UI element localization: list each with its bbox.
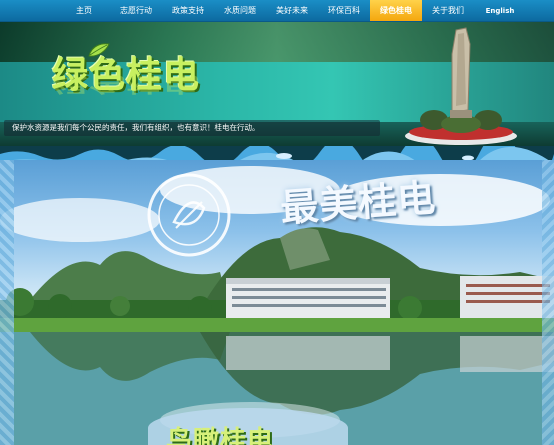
nav-item-future[interactable]: 美好未来 xyxy=(266,0,318,21)
stone-monument xyxy=(405,27,517,145)
nav-item-home[interactable]: 主页 xyxy=(58,0,110,21)
header-banner: 绿色桂电 绿色桂电 保护水资源是我们每个公民的责任，我们有组织，也有意识！桂电在… xyxy=(0,22,554,146)
slogan-text: 保护水资源是我们每个公民的责任，我们有组织，也有意识！桂电在行动。 xyxy=(12,123,260,132)
campus-photo: 最美桂电 鸟瞰桂电 xyxy=(0,160,554,445)
nav-item-policy[interactable]: 政策支持 xyxy=(162,0,214,21)
nav-item-english[interactable]: English xyxy=(474,0,526,21)
leaf-icon xyxy=(88,43,110,57)
photo-title: 最美桂电 xyxy=(278,175,438,231)
top-nav: 主页 志愿行动 政策支持 水质问题 美好未来 环保百科 绿色桂电 关于我们 En… xyxy=(0,0,554,22)
nav-item-green-guet[interactable]: 绿色桂电 xyxy=(370,0,422,21)
bottom-title: 鸟瞰桂电 xyxy=(166,426,275,445)
right-frame-pattern xyxy=(542,160,554,445)
nav-item-about[interactable]: 关于我们 xyxy=(422,0,474,21)
university-seal xyxy=(147,173,231,257)
nav-item-water-quality[interactable]: 水质问题 xyxy=(214,0,266,21)
left-frame-pattern xyxy=(0,160,14,445)
banner-title-reflection: 绿色桂电 xyxy=(52,72,201,96)
campus-scene xyxy=(0,166,554,445)
nav-item-volunteer[interactable]: 志愿行动 xyxy=(110,0,162,21)
nav-item-encyclopedia[interactable]: 环保百科 xyxy=(318,0,370,21)
